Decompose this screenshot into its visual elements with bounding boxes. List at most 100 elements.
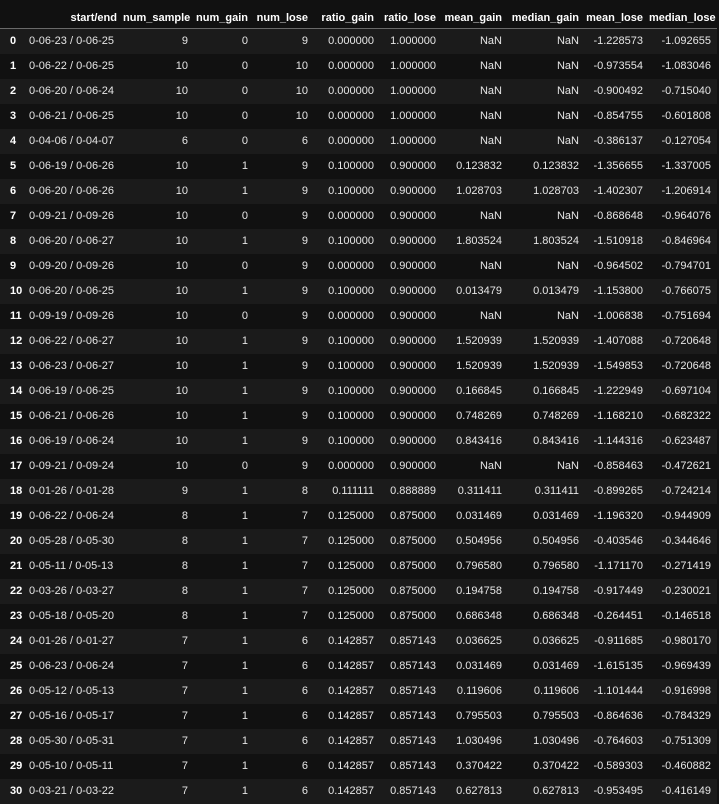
table-cell: 0.843416 [533,435,579,447]
table-cell: 0.900000 [390,260,436,272]
table-cell: 1 [241,285,248,297]
table-row: 26 0-05-12 / 0-05-13 7 1 6 0.142857 0.857143 0.… [0,678,717,704]
table-cell: 0.142857 [328,710,374,722]
row-index: 22 [10,585,23,597]
table-cell: 0.100000 [328,385,374,397]
table-cell: 7 [181,760,188,772]
table-cell: 0.370422 [533,760,579,772]
table-cell: NaN [556,35,579,48]
table-cell: 0.875000 [390,510,436,522]
table-cell: 1 [241,760,248,772]
table-cell: 0.036625 [533,635,579,647]
column-header [0,0,27,29]
column-header: num_gain [194,0,254,29]
row-index: 20 [10,535,23,547]
table-cell: 0.627813 [533,785,579,797]
table-cell: -0.589303 [593,760,643,772]
table-cell: 0.000000 [328,110,374,122]
table-cell: 1 [241,685,248,697]
table-cell: 1 [241,535,248,547]
table-cell: 1 [241,710,248,722]
table-cell: NaN [479,60,502,72]
table-row: 27 0-05-16 / 0-05-17 7 1 6 0.142857 0.857143 0.… [0,703,717,729]
table-cell: 0.857143 [390,685,436,697]
table-cell: 0.857143 [390,710,436,722]
table-cell: 7 [301,610,308,622]
row-index: 23 [10,610,23,622]
table-cell: 0.194758 [533,585,579,597]
table-cell: -0.715040 [661,85,711,97]
table-cell: -0.460882 [661,760,711,772]
table-row: 21 0-05-11 / 0-05-13 8 1 7 0.125000 0.875000 0.… [0,553,717,579]
table-cell: -0.724214 [661,485,711,497]
table-cell: 10 [175,385,188,397]
table-cell: -1.407088 [593,335,643,347]
table-cell: 0.000000 [328,60,374,72]
table-cell: 0 [241,310,248,322]
table-row: 9 0-09-20 / 0-09-26 10 0 9 0.000000 0.900000 Na… [0,253,717,279]
table-cell: 0-06-20 / 0-06-27 [29,235,114,247]
table-cell: 7 [181,685,188,697]
table-cell: -0.416149 [661,785,711,797]
table-cell: 0-09-19 / 0-09-26 [29,310,114,322]
table-cell: 0 [241,135,248,147]
table-cell: 1 [241,385,248,397]
table-cell: 1 [241,360,248,372]
table-cell: 10 [175,85,188,97]
table-cell: 1 [241,335,248,347]
table-cell: -1.206914 [661,185,711,197]
table-cell: 0.142857 [328,660,374,672]
table-cell: -0.911685 [594,635,643,647]
row-index: 27 [10,710,23,722]
table-cell: 7 [181,635,188,647]
table-cell: -1.168210 [593,410,643,422]
table-row: 0 0-06-23 / 0-06-25 9 0 9 0.000000 1.000000 NaN… [0,28,717,54]
table-cell: 0-06-23 / 0-06-24 [29,660,114,672]
table-cell: 0.900000 [390,435,436,447]
table-cell: 0.900000 [390,335,436,347]
table-cell: 0.119606 [533,685,579,697]
column-header: mean_gain [442,0,508,29]
table-cell: 0.900000 [390,460,436,472]
table-cell: 6 [301,635,308,647]
table-cell: 1.520939 [533,335,579,347]
table-cell: 0.504956 [533,535,579,547]
table-cell: NaN [479,110,502,122]
table-cell: -0.916998 [661,685,711,697]
table-cell: 0.123832 [533,160,579,172]
table-cell: 9 [301,260,308,272]
table-cell: 0-05-16 / 0-05-17 [29,710,114,722]
table-cell: 10 [295,110,308,122]
table-cell: 0-01-26 / 0-01-28 [29,485,114,497]
row-index: 16 [10,435,23,447]
table-cell: 0 [241,210,248,222]
table-cell: 1.803524 [533,235,579,247]
table-cell: 0.166845 [456,385,502,397]
table-cell: 0.875000 [390,560,436,572]
column-header: median_lose [649,0,717,29]
table-cell: 0.036625 [456,635,502,647]
table-cell: 9 [301,285,308,297]
table-row: 5 0-06-19 / 0-06-26 10 1 9 0.100000 0.900000 0.… [0,153,717,179]
table-cell: 9 [301,410,308,422]
table-cell: -0.899265 [593,485,643,497]
table-cell: 8 [181,560,188,572]
table-cell: 0 [241,85,248,97]
table-cell: -1.083046 [661,60,711,72]
table-cell: -0.858463 [593,460,643,472]
table-cell: 10 [175,310,188,322]
table-cell: -0.864636 [593,710,643,722]
table-cell: -1.356655 [593,160,643,172]
table-cell: 0.000000 [328,85,374,97]
table-cell: 0.843416 [456,435,502,447]
table-cell: -0.917449 [593,585,643,597]
table-cell: 6 [301,135,308,147]
header-row: start/end num_sample num_gain num_lose ratio… [0,0,717,29]
table-cell: 6 [301,760,308,772]
table-row: 15 0-06-21 / 0-06-26 10 1 9 0.100000 0.900000 0… [0,403,717,429]
table-cell: 0.100000 [328,235,374,247]
table-cell: 1 [241,735,248,747]
table-cell: -0.403546 [593,535,643,547]
table-cell: 1.000000 [390,60,436,72]
row-index: 9 [10,260,17,272]
